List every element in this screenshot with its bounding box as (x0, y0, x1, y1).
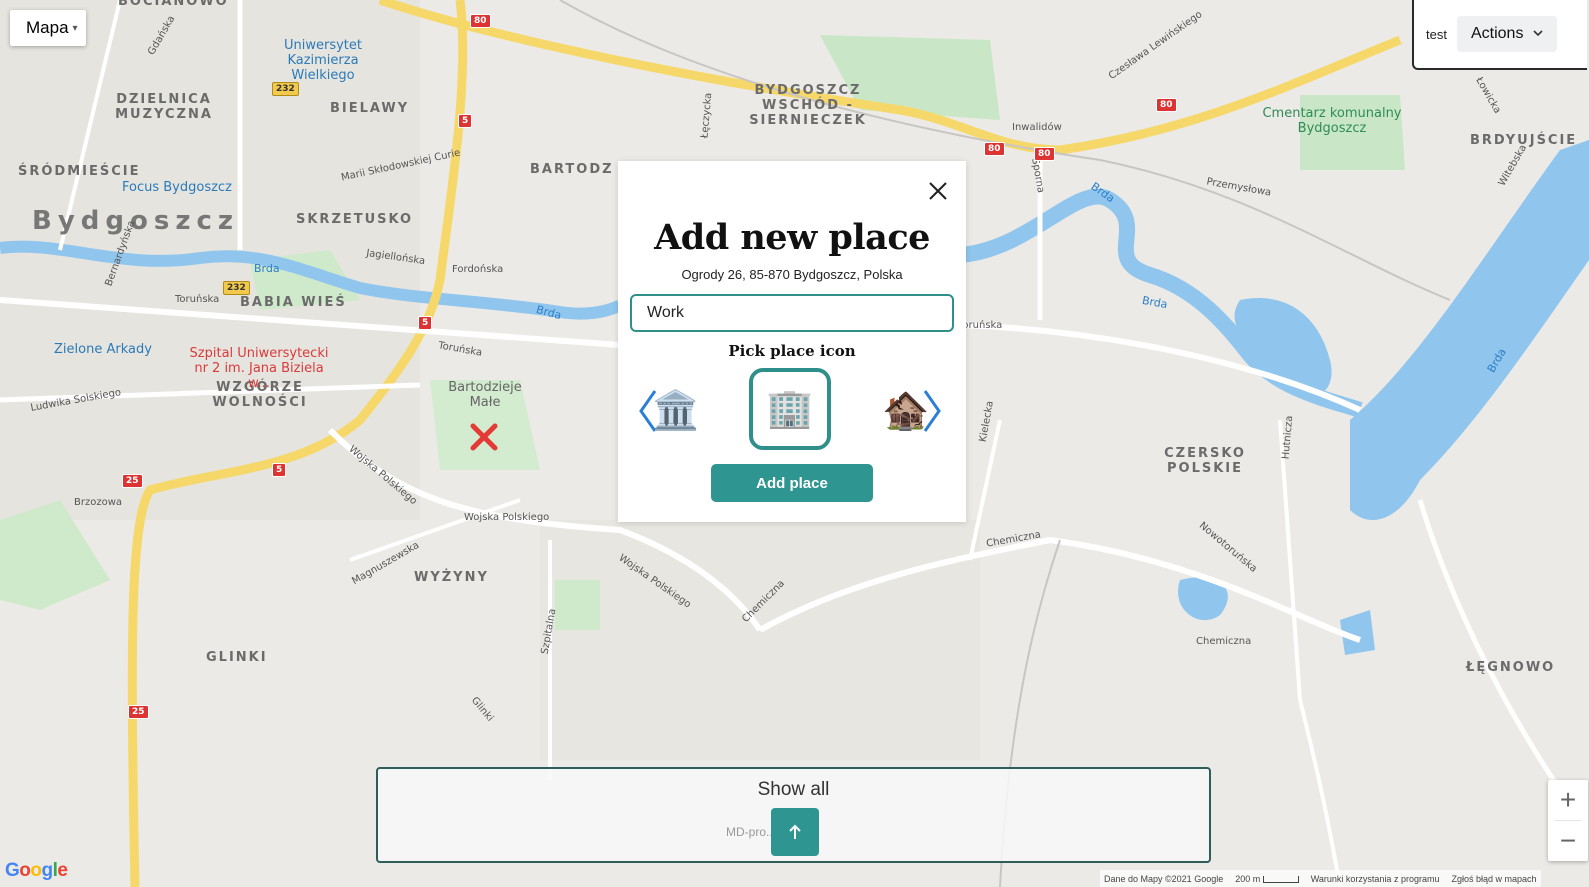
place-address: Ogrody 26, 85-870 Bydgoszcz, Polska (681, 267, 903, 282)
road-shield: 80 (470, 14, 491, 28)
show-all-button[interactable]: Show all (378, 779, 1209, 801)
expand-panel-button[interactable] (771, 808, 819, 856)
district-label: DZIELNICA MUZYCZNA (115, 92, 213, 122)
next-icon-arrow[interactable] (922, 389, 942, 433)
places-panel: MD-pro... z o.o Show all (376, 767, 1211, 863)
map-type-button[interactable]: Mapa ▾ (10, 10, 86, 46)
map-type-label: Mapa (26, 18, 69, 37)
street-label: Inwalidów (1012, 122, 1062, 133)
road-shield: 25 (122, 474, 143, 488)
map-data-text: Dane do Mapy ©2021 Google (1104, 873, 1224, 884)
close-button[interactable] (923, 176, 953, 206)
poi-cemetery[interactable]: Cmentarz komunalny Bydgoszcz (1262, 106, 1402, 136)
road-shield: 25 (128, 705, 149, 719)
poi-zielone-arkady[interactable]: Zielone Arkady (54, 342, 152, 357)
caret-down-icon: ▾ (72, 22, 78, 34)
map-attribution: Dane do Mapy ©2021 Google 200 m Warunki … (1100, 870, 1541, 887)
district-label: BABIA WIEŚ (240, 295, 347, 310)
district-label: ŚRÓDMIEŚCIE (18, 164, 141, 179)
actions-dropdown-button[interactable]: Actions (1456, 16, 1558, 52)
district-label: WYŻYNY (414, 570, 489, 585)
poi-university[interactable]: Uniwersytet Kazimierza Wielkiego (268, 38, 378, 83)
road-shield: 5 (458, 114, 473, 128)
river-label: Brda (254, 262, 280, 275)
zoom-in-button[interactable]: + (1548, 780, 1588, 820)
poi-focus[interactable]: Focus Bydgoszcz (122, 180, 232, 195)
street-label: Wojska Polskiego (464, 512, 550, 523)
district-label: BYDGOSZCZ WSCHÓD - SIERNIECZEK (749, 83, 867, 128)
place-icon-option-bank[interactable]: 🏛️ (646, 387, 706, 435)
district-label: BOCIANOWO (118, 0, 229, 9)
street-label: Chemiczna (1196, 636, 1252, 647)
add-place-button[interactable]: Add place (711, 464, 873, 502)
add-place-modal: Add new place Ogrody 26, 85-870 Bydgoszc… (618, 161, 966, 522)
arrow-up-icon (789, 824, 801, 839)
street-label: Fordońska (452, 264, 504, 275)
road-shield: 80 (1034, 147, 1055, 161)
scale-indicator[interactable]: 200 m (1235, 874, 1299, 884)
road-shield: 232 (272, 82, 299, 96)
terms-link[interactable]: Warunki korzystania z programu (1311, 874, 1440, 884)
district-label: SKRZETUSKO (296, 212, 414, 227)
zoom-controls: + − (1548, 780, 1588, 861)
street-label: Toruńska (175, 294, 220, 305)
google-logo: Google (5, 860, 68, 881)
chevron-right-icon (923, 390, 941, 432)
district-label: BIELAWY (330, 101, 410, 116)
office-building-icon: 🏢 (766, 388, 814, 430)
user-panel: test Actions (1412, 0, 1587, 70)
report-error-link[interactable]: Zgłoś błąd w mapach (1451, 874, 1536, 884)
actions-label: Actions (1470, 25, 1524, 42)
modal-title: Add new place (654, 217, 930, 258)
close-icon (929, 182, 947, 200)
place-icon-option-office-selected[interactable]: 🏢 (749, 368, 831, 450)
district-label: BARTODZ (530, 162, 614, 177)
username: test (1426, 26, 1447, 42)
road-shield: 5 (418, 316, 433, 330)
pick-icon-label: Pick place icon (728, 342, 856, 360)
zoom-out-button[interactable]: − (1548, 821, 1588, 861)
road-shield: 80 (1156, 98, 1177, 112)
scale-text: 200 m (1235, 873, 1261, 884)
city-label: Bydgoszcz (32, 206, 240, 236)
road-shield: 5 (272, 463, 287, 477)
poi-bartodzieje: Bartodzieje Małe (448, 380, 522, 410)
bank-icon: 🏛️ (652, 390, 700, 432)
district-label: GLINKI (206, 650, 268, 665)
district-label: ŁĘGNOWO (1466, 660, 1556, 675)
poi-hospital[interactable]: Szpital Uniwersytecki nr 2 im. Jana Bizi… (184, 346, 334, 391)
chevron-down-icon (1533, 28, 1544, 40)
scale-bar (1262, 875, 1299, 883)
road-shield: 232 (223, 281, 250, 295)
district-label: CZERSKO POLSKIE (1164, 446, 1246, 476)
street-label: Brzozowa (74, 497, 123, 508)
road-shield: 80 (984, 142, 1005, 156)
place-name-input[interactable] (630, 294, 954, 332)
